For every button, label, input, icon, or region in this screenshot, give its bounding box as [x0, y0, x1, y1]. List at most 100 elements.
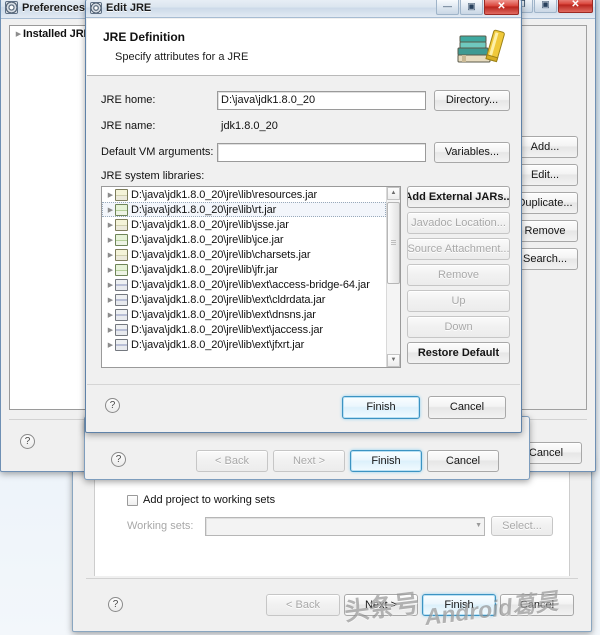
chevron-right-icon[interactable]: ▶: [106, 251, 115, 259]
library-row[interactable]: ▶ D:\java\jdk1.8.0_20\jre\lib\ext\cldrdat…: [102, 292, 386, 307]
library-row[interactable]: ▶ D:\java\jdk1.8.0_20\jre\lib\jfr.jar: [102, 262, 386, 277]
preferences-tree[interactable]: ▶ Installed JRE: [9, 25, 91, 410]
add-to-working-sets-row[interactable]: Add project to working sets: [127, 494, 275, 506]
library-row[interactable]: ▶ D:\java\jdk1.8.0_20\jre\lib\charsets.ja…: [102, 247, 386, 262]
jre-home-label: JRE home:: [101, 94, 156, 106]
library-row[interactable]: ▶ D:\java\jdk1.8.0_20\jre\lib\ext\dnsns.j…: [102, 307, 386, 322]
vm-args-input[interactable]: [217, 142, 426, 162]
wizard-button-bar: < Back Next > Finish Cancel: [266, 594, 574, 616]
close-icon: ✕: [571, 0, 580, 10]
jar-file-icon: [115, 323, 128, 336]
edit-jre-help-icon[interactable]: ?: [105, 398, 120, 413]
library-row[interactable]: ▶ D:\java\jdk1.8.0_20\jre\lib\jsse.jar: [102, 217, 386, 232]
chevron-right-icon[interactable]: ▶: [14, 30, 23, 38]
wizard-finish-button[interactable]: Finish: [422, 594, 496, 616]
preferences-window-title: Preferences: [22, 1, 85, 14]
edit-jre-banner: JRE Definition Specify attributes for a …: [87, 19, 520, 76]
preferences-help-icon[interactable]: ?: [20, 434, 35, 449]
preferences-close-button[interactable]: ✕: [558, 0, 593, 13]
maximize-icon: ▣: [541, 0, 550, 9]
library-path: D:\java\jdk1.8.0_20\jre\lib\jfr.jar: [131, 263, 278, 276]
edit-jre-finish-button[interactable]: Finish: [342, 396, 420, 419]
edit-jre-minimize-button[interactable]: —: [436, 0, 459, 15]
chevron-right-icon[interactable]: ▶: [106, 266, 115, 274]
source-attachment-button[interactable]: Source Attachment...: [407, 238, 510, 260]
move-down-button[interactable]: Down: [407, 316, 510, 338]
middle-wizard-next-button[interactable]: Next >: [273, 450, 345, 472]
jar-file-icon: [115, 248, 128, 261]
jar-file-icon: [115, 338, 128, 351]
library-path: D:\java\jdk1.8.0_20\jre\lib\ext\jfxrt.ja…: [131, 338, 305, 351]
scrollbar-thumb[interactable]: [387, 202, 400, 284]
jre-libraries-list[interactable]: ▶ D:\java\jdk1.8.0_20\jre\lib\resources.j…: [101, 186, 401, 368]
add-to-working-sets-checkbox[interactable]: [127, 494, 138, 506]
chevron-right-icon[interactable]: ▶: [106, 281, 115, 289]
working-sets-combo[interactable]: ▼: [205, 516, 485, 536]
vm-args-variables-button[interactable]: Variables...: [434, 141, 510, 163]
add-external-jars-button[interactable]: Add External JARs...: [407, 186, 510, 208]
jre-home-input[interactable]: D:\java\jdk1.8.0_20: [217, 90, 426, 110]
javadoc-location-button[interactable]: Javadoc Location...: [407, 212, 510, 234]
wizard-cancel-button[interactable]: Cancel: [500, 594, 574, 616]
jar-file-icon: [115, 293, 128, 306]
books-icon: [457, 29, 505, 63]
library-row[interactable]: ▶ D:\java\jdk1.8.0_20\jre\lib\ext\jaccess…: [102, 322, 386, 337]
sidebar-item-installed-jre[interactable]: ▶ Installed JRE: [10, 26, 90, 42]
library-row[interactable]: ▶ D:\java\jdk1.8.0_20\jre\lib\jce.jar: [102, 232, 386, 247]
library-row[interactable]: ▶ D:\java\jdk1.8.0_20\jre\lib\rt.jar: [102, 202, 386, 217]
edit-jre-dialog: Edit JRE — ▣ ✕ JRE Definition Specify at…: [85, 0, 522, 433]
scroll-down-arrow-icon[interactable]: ▼: [387, 354, 400, 367]
scroll-up-arrow-icon[interactable]: ▲: [387, 187, 400, 200]
restore-default-button[interactable]: Restore Default: [407, 342, 510, 364]
middle-wizard-button-bar: < Back Next > Finish Cancel: [196, 450, 499, 472]
chevron-right-icon[interactable]: ▶: [106, 206, 115, 214]
chevron-right-icon[interactable]: ▶: [106, 221, 115, 229]
chevron-right-icon[interactable]: ▶: [106, 326, 115, 334]
library-row[interactable]: ▶ D:\java\jdk1.8.0_20\jre\lib\ext\jfxrt.j…: [102, 337, 386, 352]
library-path: D:\java\jdk1.8.0_20\jre\lib\ext\access-b…: [131, 278, 370, 291]
jar-file-icon: [115, 278, 128, 291]
wizard-help-icon[interactable]: ?: [108, 597, 123, 612]
jre-name-label: JRE name:: [101, 120, 156, 132]
wizard-back-button[interactable]: < Back: [266, 594, 340, 616]
minimize-icon: —: [443, 1, 452, 11]
chevron-down-icon[interactable]: ▼: [475, 522, 482, 529]
chevron-right-icon[interactable]: ▶: [106, 296, 115, 304]
chevron-right-icon[interactable]: ▶: [106, 311, 115, 319]
jre-name-row: JRE name: jdk1.8.0_20: [101, 116, 510, 136]
sidebar-item-label: Installed JRE: [23, 28, 91, 40]
library-path: D:\java\jdk1.8.0_20\jre\lib\rt.jar: [131, 203, 277, 216]
close-icon: ✕: [497, 1, 506, 12]
middle-wizard-cancel-button[interactable]: Cancel: [427, 450, 499, 472]
jre-home-directory-button[interactable]: Directory...: [434, 89, 510, 111]
jar-file-icon: [115, 203, 128, 216]
library-row[interactable]: ▶ D:\java\jdk1.8.0_20\jre\lib\resources.j…: [102, 187, 386, 202]
library-path: D:\java\jdk1.8.0_20\jre\lib\charsets.jar: [131, 248, 311, 261]
libraries-scrollbar[interactable]: ▲ ▼: [386, 187, 400, 367]
middle-wizard-back-button[interactable]: < Back: [196, 450, 268, 472]
library-row[interactable]: ▶ D:\java\jdk1.8.0_20\jre\lib\ext\access-…: [102, 277, 386, 292]
edit-jre-cancel-button[interactable]: Cancel: [428, 396, 506, 419]
wizard-next-button[interactable]: Next >: [344, 594, 418, 616]
edit-jre-titlebar[interactable]: Edit JRE — ▣ ✕: [86, 0, 521, 18]
jre-name-input[interactable]: jdk1.8.0_20: [217, 116, 426, 136]
edit-jre-maximize-button[interactable]: ▣: [460, 0, 483, 15]
chevron-right-icon[interactable]: ▶: [106, 236, 115, 244]
select-working-set-button[interactable]: Select...: [491, 516, 553, 536]
chevron-right-icon[interactable]: ▶: [106, 191, 115, 199]
jar-file-icon: [115, 233, 128, 246]
remove-library-button[interactable]: Remove: [407, 264, 510, 286]
chevron-right-icon[interactable]: ▶: [106, 341, 115, 349]
library-path: D:\java\jdk1.8.0_20\jre\lib\ext\dnsns.ja…: [131, 308, 316, 321]
jre-libraries-label: JRE system libraries:: [101, 170, 205, 182]
edit-jre-title: Edit JRE: [106, 2, 152, 14]
edit-jre-close-button[interactable]: ✕: [484, 0, 519, 15]
middle-wizard-help-icon[interactable]: ?: [111, 452, 126, 467]
edit-jre-footer: ? Finish Cancel: [87, 384, 520, 431]
middle-wizard-finish-button[interactable]: Finish: [350, 450, 422, 472]
vm-args-row: Default VM arguments: Variables...: [101, 141, 510, 163]
working-sets-row: Working sets: ▼ Select...: [127, 516, 553, 536]
vm-args-label: Default VM arguments:: [101, 146, 214, 158]
move-up-button[interactable]: Up: [407, 290, 510, 312]
preferences-maximize-button[interactable]: ▣: [534, 0, 557, 13]
